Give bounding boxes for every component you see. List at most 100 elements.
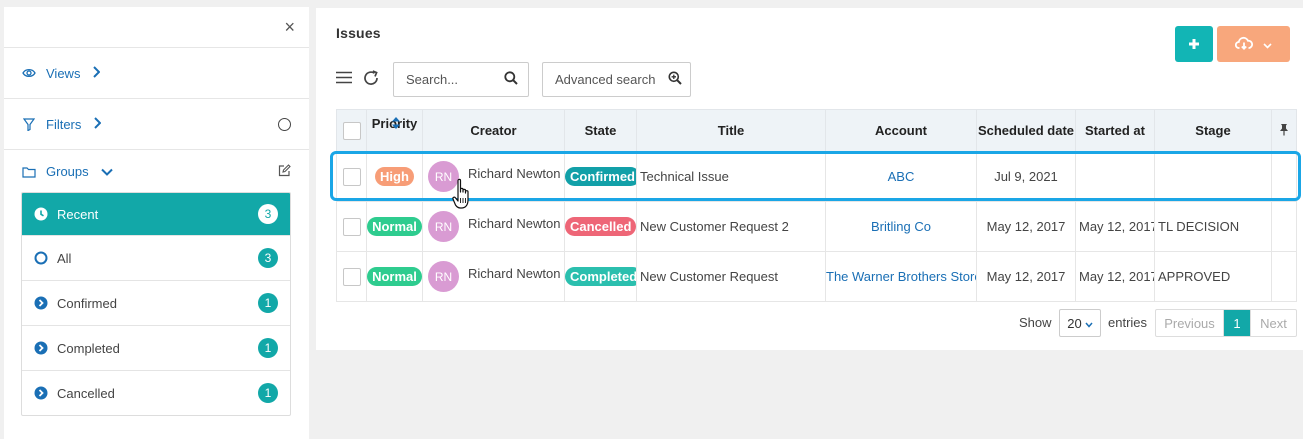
- group-item-all[interactable]: All 3: [22, 235, 290, 280]
- issue-title[interactable]: New Customer Request: [636, 251, 826, 302]
- advanced-search-label: Advanced search: [555, 72, 656, 87]
- group-item-completed[interactable]: Completed 1: [22, 325, 290, 370]
- refresh-icon[interactable]: [362, 69, 380, 90]
- folder-icon: [22, 165, 36, 179]
- count-badge: 1: [258, 293, 278, 313]
- row-checkbox[interactable]: [342, 217, 361, 236]
- account-link[interactable]: Britling Co: [871, 219, 931, 234]
- scheduled-date: May 12, 2017: [976, 251, 1076, 302]
- group-item-recent[interactable]: Recent 3: [22, 193, 290, 235]
- table-row[interactable]: High RN Richard Newton Confirmed Technica…: [336, 151, 1297, 202]
- groups-label: Groups: [46, 164, 89, 179]
- group-item-confirmed[interactable]: Confirmed 1: [22, 280, 290, 325]
- previous-page-button[interactable]: Previous: [1156, 310, 1224, 336]
- chevron-circle-right-icon: [34, 296, 48, 310]
- creator-name: Richard Newton: [468, 266, 561, 281]
- export-button[interactable]: [1217, 26, 1290, 62]
- sort-icon[interactable]: [391, 116, 400, 132]
- page-size-value: 20: [1067, 315, 1082, 331]
- state-badge: Completed: [565, 267, 636, 286]
- pin-cell: [1271, 201, 1297, 252]
- pin-cell: [1271, 151, 1297, 202]
- sidebar: × Views Filters Groups Recent 3 All 3 Co…: [4, 7, 309, 439]
- group-item-cancelled[interactable]: Cancelled 1: [22, 370, 290, 415]
- account-link[interactable]: The Warner Brothers Store: [827, 269, 976, 284]
- table-row[interactable]: Normal RN Richard Newton Completed New Cu…: [336, 251, 1297, 302]
- table-header-row: Priority Creator State Title Account Sch…: [336, 109, 1297, 152]
- stage: TL DECISION: [1154, 201, 1272, 252]
- zoom-in-icon: [668, 71, 682, 88]
- pin-cell: [1271, 251, 1297, 302]
- groups-section[interactable]: Groups: [4, 149, 309, 193]
- next-page-button[interactable]: Next: [1250, 310, 1296, 336]
- column-header-account[interactable]: Account: [825, 109, 977, 152]
- advanced-search-button[interactable]: Advanced search: [542, 62, 691, 97]
- priority-badge: Normal: [367, 267, 422, 286]
- search-input[interactable]: [406, 72, 501, 87]
- creator-name: Richard Newton: [468, 166, 561, 181]
- plus-icon: [1188, 34, 1200, 55]
- issue-title[interactable]: New Customer Request 2: [636, 201, 826, 252]
- views-section[interactable]: Views: [4, 47, 309, 98]
- filter-icon: [22, 117, 36, 131]
- close-icon[interactable]: ×: [284, 18, 295, 36]
- row-checkbox[interactable]: [342, 267, 361, 286]
- search-icon[interactable]: [504, 71, 518, 88]
- edit-icon[interactable]: [278, 163, 291, 180]
- started-at: [1075, 151, 1155, 202]
- group-label: Recent: [57, 206, 99, 222]
- group-label: All: [57, 250, 72, 266]
- filter-status-circle-icon[interactable]: [278, 117, 291, 131]
- scheduled-date: Jul 9, 2021: [976, 151, 1076, 202]
- column-header-title[interactable]: Title: [636, 109, 826, 152]
- priority-badge: High: [375, 167, 414, 186]
- column-header-creator[interactable]: Creator: [422, 109, 565, 152]
- avatar: RN: [428, 261, 459, 292]
- column-header-state[interactable]: State: [564, 109, 637, 152]
- count-badge: 1: [258, 338, 278, 358]
- started-at: May 12, 2017: [1075, 201, 1155, 252]
- column-header-stage[interactable]: Stage: [1154, 109, 1272, 152]
- issue-title[interactable]: Technical Issue: [636, 151, 826, 202]
- select-all-cell: [336, 109, 367, 152]
- stage: APPROVED: [1154, 251, 1272, 302]
- count-badge: 1: [258, 383, 278, 403]
- row-checkbox[interactable]: [342, 167, 361, 186]
- chevron-down-icon: [1263, 37, 1272, 52]
- page-size-select[interactable]: 20: [1059, 309, 1101, 337]
- column-header-scheduled-date[interactable]: Scheduled date: [976, 109, 1076, 152]
- menu-icon[interactable]: [336, 71, 352, 87]
- priority-badge: Normal: [367, 217, 422, 236]
- count-badge: 3: [258, 248, 278, 268]
- circle-outline-icon: [34, 251, 48, 265]
- count-badge: 3: [258, 204, 278, 224]
- filters-section[interactable]: Filters: [4, 98, 309, 149]
- page-title: Issues: [336, 25, 381, 41]
- column-header-started-at[interactable]: Started at: [1075, 109, 1155, 152]
- group-label: Cancelled: [57, 385, 115, 401]
- group-label: Confirmed: [57, 295, 117, 311]
- table-row[interactable]: Normal RN Richard Newton Cancelled New Cu…: [336, 201, 1297, 252]
- entries-label: entries: [1108, 315, 1148, 330]
- select-all-checkbox[interactable]: [342, 121, 361, 140]
- eye-icon: [22, 66, 36, 80]
- pin-column[interactable]: [1271, 109, 1297, 152]
- search-field[interactable]: [393, 62, 529, 97]
- filters-label: Filters: [46, 116, 82, 132]
- add-button[interactable]: [1175, 26, 1213, 62]
- page-button-current[interactable]: 1: [1224, 310, 1250, 336]
- issues-table: Priority Creator State Title Account Sch…: [336, 109, 1297, 302]
- avatar: RN: [428, 211, 459, 242]
- column-header-priority[interactable]: Priority: [366, 109, 423, 152]
- chevron-circle-right-icon: [34, 341, 48, 355]
- account-link[interactable]: ABC: [888, 169, 915, 184]
- chevron-down-icon: [100, 164, 113, 179]
- state-badge: Confirmed: [565, 167, 636, 186]
- group-label: Completed: [57, 340, 120, 356]
- pagination: Previous 1 Next: [1155, 309, 1297, 337]
- groups-list: Recent 3 All 3 Confirmed 1 Completed 1 C…: [21, 192, 291, 416]
- pin-icon[interactable]: [1279, 123, 1289, 139]
- chevron-right-icon: [92, 65, 101, 81]
- started-at: May 12, 2017: [1075, 251, 1155, 302]
- scheduled-date: May 12, 2017: [976, 201, 1076, 252]
